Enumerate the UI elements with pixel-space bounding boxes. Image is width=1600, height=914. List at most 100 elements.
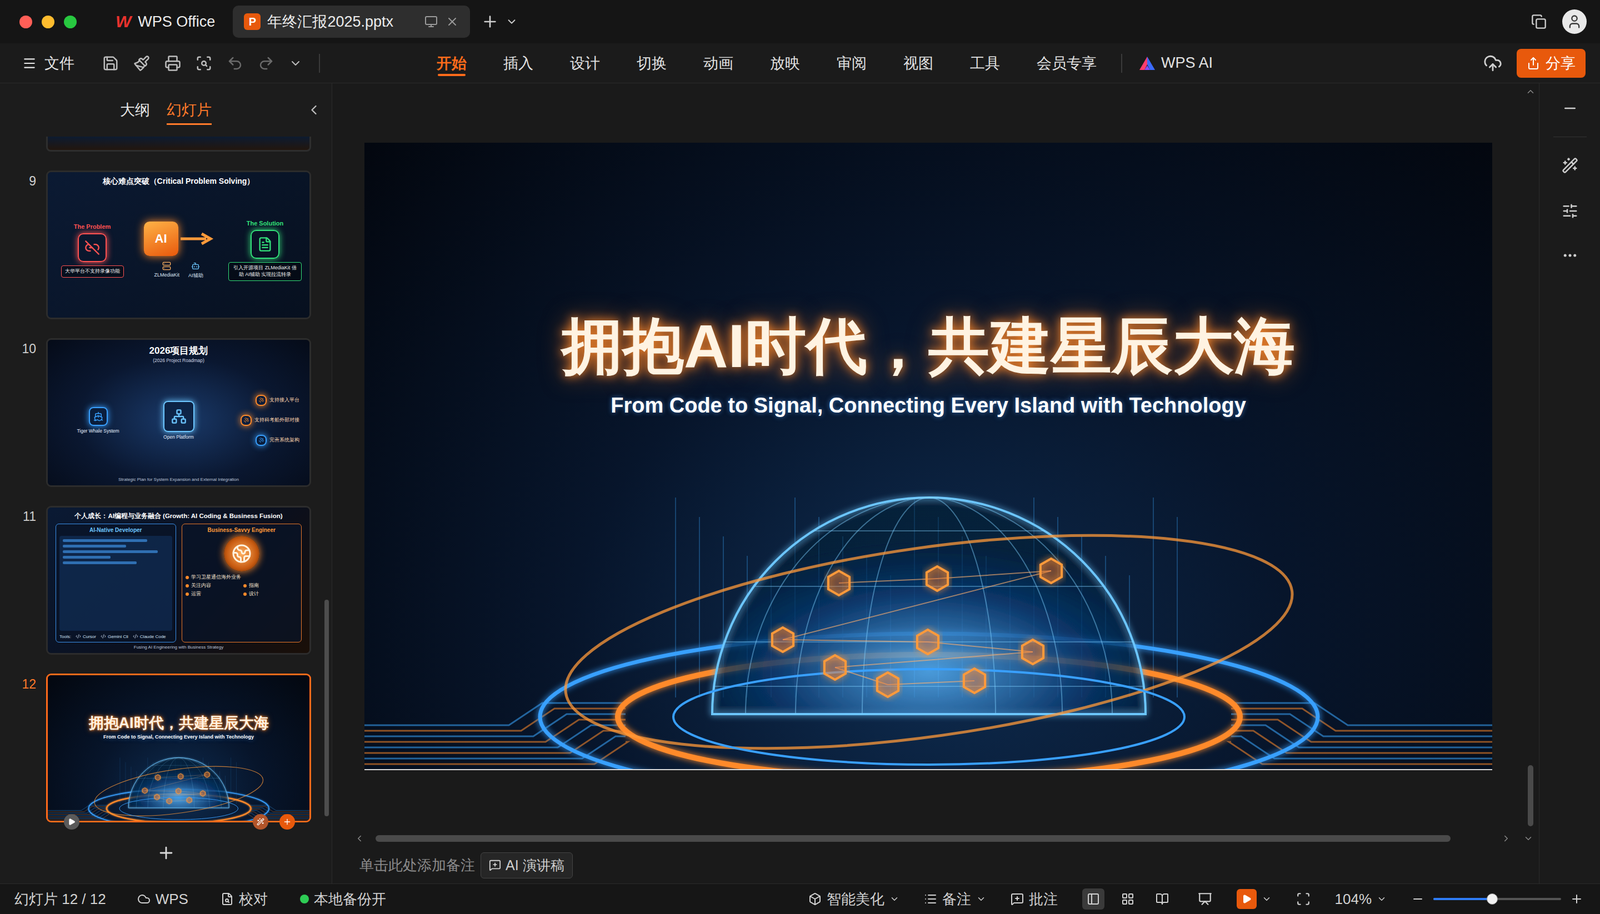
slide-thumbnail[interactable]: 个人成长：AI编程与业务融合 (Growth: AI Coding & Busi… — [46, 506, 312, 655]
status-item[interactable]: WPS — [137, 891, 189, 909]
zoom-button[interactable] — [63, 15, 77, 29]
slide-row[interactable]: 12拥抱AI时代，共建星辰大海From Code to Signal, Conn… — [0, 673, 332, 823]
print-icon[interactable] — [164, 55, 182, 72]
close-tab-icon[interactable] — [445, 15, 459, 29]
more-tools-icon[interactable] — [288, 56, 303, 70]
minimize-button[interactable] — [41, 15, 55, 29]
beautify-slide-button[interactable] — [252, 814, 269, 830]
slide-subtitle[interactable]: From Code to Signal, Connecting Every Is… — [610, 393, 1247, 418]
slide-thumbnail[interactable]: 拥抱AI时代，共建星辰大海From Code to Signal, Connec… — [46, 673, 312, 823]
slide-thumbnail[interactable]: 2026项目规划(2026 Project Roadmap)Tiger Whal… — [46, 338, 312, 488]
sidebar-button[interactable] — [1561, 100, 1579, 117]
ribbon-tab[interactable]: 插入 — [503, 43, 534, 83]
ai-chip: AI — [143, 221, 179, 257]
view-button[interactable] — [1151, 888, 1174, 910]
panel-tab[interactable]: 幻灯片 — [166, 95, 212, 125]
scroll-down-icon[interactable] — [1523, 833, 1534, 844]
status-item[interactable]: 校对 — [220, 890, 268, 910]
slide-title[interactable]: 拥抱AI时代，共建星辰大海 — [561, 309, 1295, 383]
view-button[interactable] — [1082, 888, 1105, 910]
close-button[interactable] — [19, 15, 33, 29]
fit-window-icon[interactable] — [1296, 892, 1311, 907]
slide-row[interactable]: 102026项目规划(2026 Project Roadmap)Tiger Wh… — [0, 338, 332, 488]
ribbon-tab[interactable]: 会员专享 — [1036, 43, 1097, 83]
status-button[interactable]: 智能美化 — [808, 890, 900, 910]
zoom-level[interactable]: 104% — [1335, 891, 1388, 909]
ribbon-tab[interactable]: 视图 — [903, 43, 934, 83]
undo-icon[interactable] — [226, 55, 244, 72]
tab-label: 年终汇报2025.pptx — [267, 11, 394, 32]
window-tab[interactable]: WWPS Office — [104, 5, 227, 38]
wps-ai-tab[interactable]: WPS AI — [1138, 43, 1213, 83]
scroll-up-icon[interactable] — [1525, 86, 1536, 97]
sidebar-button[interactable] — [1561, 157, 1579, 174]
slide-thumbnail[interactable]: 核心难点突破（Critical Problem Solving）The Prob… — [46, 170, 312, 320]
window-restore-icon[interactable] — [1531, 13, 1547, 30]
solution-column: The Solution引入开源项目 ZLMediaKit 借助 AI辅助 实现… — [228, 220, 302, 281]
view-button[interactable] — [1116, 888, 1139, 910]
wps-presentation-window: WWPS OfficeP年终汇报2025.pptx文件开始插入设计切换动画放映审… — [0, 0, 1600, 914]
title-bar: WWPS OfficeP年终汇报2025.pptx — [0, 0, 1600, 44]
scroll-left-icon[interactable] — [354, 833, 365, 844]
file-menu[interactable]: 文件 — [22, 43, 75, 83]
bullet-dot — [243, 584, 247, 588]
quick-access — [102, 43, 303, 83]
status-button[interactable]: 备注 — [923, 890, 987, 910]
presenter-view-icon[interactable] — [1197, 892, 1213, 907]
vertical-scrollbar — [1522, 83, 1539, 831]
share-button[interactable]: 分享 — [1516, 48, 1586, 78]
play-from-slide-button[interactable] — [63, 814, 80, 830]
notes-placeholder[interactable]: 单击此处添加备注 — [359, 856, 475, 876]
zoom-out-icon[interactable] — [1411, 892, 1425, 907]
ribbon-tab[interactable]: 动画 — [703, 43, 734, 83]
sidebar-button[interactable] — [1561, 247, 1579, 264]
new-tab-icon[interactable] — [481, 12, 499, 31]
print-preview-icon[interactable] — [195, 55, 213, 72]
scroll-right-icon[interactable] — [1501, 833, 1512, 844]
zoom-knob[interactable] — [1486, 893, 1498, 905]
redo-icon[interactable] — [257, 55, 275, 72]
slideshow-control[interactable] — [1236, 889, 1272, 910]
insert-slide-button[interactable] — [279, 814, 295, 830]
ribbon-tab[interactable]: 审阅 — [836, 43, 867, 83]
monitor-icon[interactable] — [424, 15, 438, 29]
bullet-item: 设计 — [243, 591, 298, 598]
ribbon-tab[interactable]: 切换 — [636, 43, 667, 83]
format-painter-icon[interactable] — [133, 55, 150, 72]
ribbon-tab[interactable]: 开始 — [436, 43, 467, 83]
slide-canvas[interactable]: 拥抱AI时代，共建星辰大海 From Code to Signal, Connec… — [364, 142, 1493, 771]
slide-thumbnail-wrap: 个人成长：AI编程与业务融合 (Growth: AI Coding & Busi… — [46, 506, 312, 655]
left-node: Tiger Whale System — [57, 407, 139, 434]
collapse-panel-icon[interactable] — [306, 102, 322, 118]
thumbnail-title: 拥抱AI时代，共建星辰大海 — [88, 714, 269, 733]
slide-thumbnail-content: 个人成长：AI编程与业务融合 (Growth: AI Coding & Busi… — [47, 507, 310, 654]
status-button[interactable]: 批注 — [1010, 890, 1058, 910]
zoom-slider[interactable] — [1433, 898, 1562, 901]
ribbon-tab[interactable]: 工具 — [970, 43, 1000, 83]
ribbon-tab[interactable]: 放映 — [770, 43, 800, 83]
slide-row[interactable]: 11个人成长：AI编程与业务融合 (Growth: AI Coding & Bu… — [0, 506, 332, 655]
cloud-upload-icon[interactable] — [1483, 53, 1503, 73]
right-sidebar — [1538, 83, 1600, 884]
ribbon-tab[interactable]: 设计 — [570, 43, 600, 83]
scroll-thumb[interactable] — [375, 835, 1451, 843]
save-icon[interactable] — [102, 55, 119, 72]
tab-list-icon[interactable] — [505, 15, 518, 28]
dropdown-icon[interactable] — [1261, 894, 1272, 905]
panel-scrollbar[interactable] — [324, 600, 329, 817]
backup-status[interactable]: 本地备份开 — [300, 890, 387, 910]
thumbnail-subtitle: (2026 Project Roadmap) — [152, 357, 205, 364]
add-slide-icon[interactable] — [156, 843, 176, 863]
center-node: Open Platform — [138, 401, 219, 440]
slide-row[interactable]: 9核心难点突破（Critical Problem Solving）The Pro… — [0, 170, 332, 320]
scroll-thumb[interactable] — [1527, 765, 1534, 827]
sidebar-button[interactable] — [1561, 202, 1579, 220]
window-tab[interactable]: P年终汇报2025.pptx — [232, 5, 470, 38]
slide-thumbnail-partial[interactable] — [46, 136, 312, 152]
play-slideshow-button[interactable] — [1236, 889, 1257, 910]
ai-speech-button[interactable]: AI 演讲稿 — [480, 852, 573, 879]
avatar[interactable] — [1562, 9, 1587, 34]
zoom-in-icon[interactable] — [1570, 892, 1584, 907]
panel-tab[interactable]: 大纲 — [120, 95, 150, 125]
slide-count: 幻灯片 12 / 12 — [14, 890, 107, 910]
